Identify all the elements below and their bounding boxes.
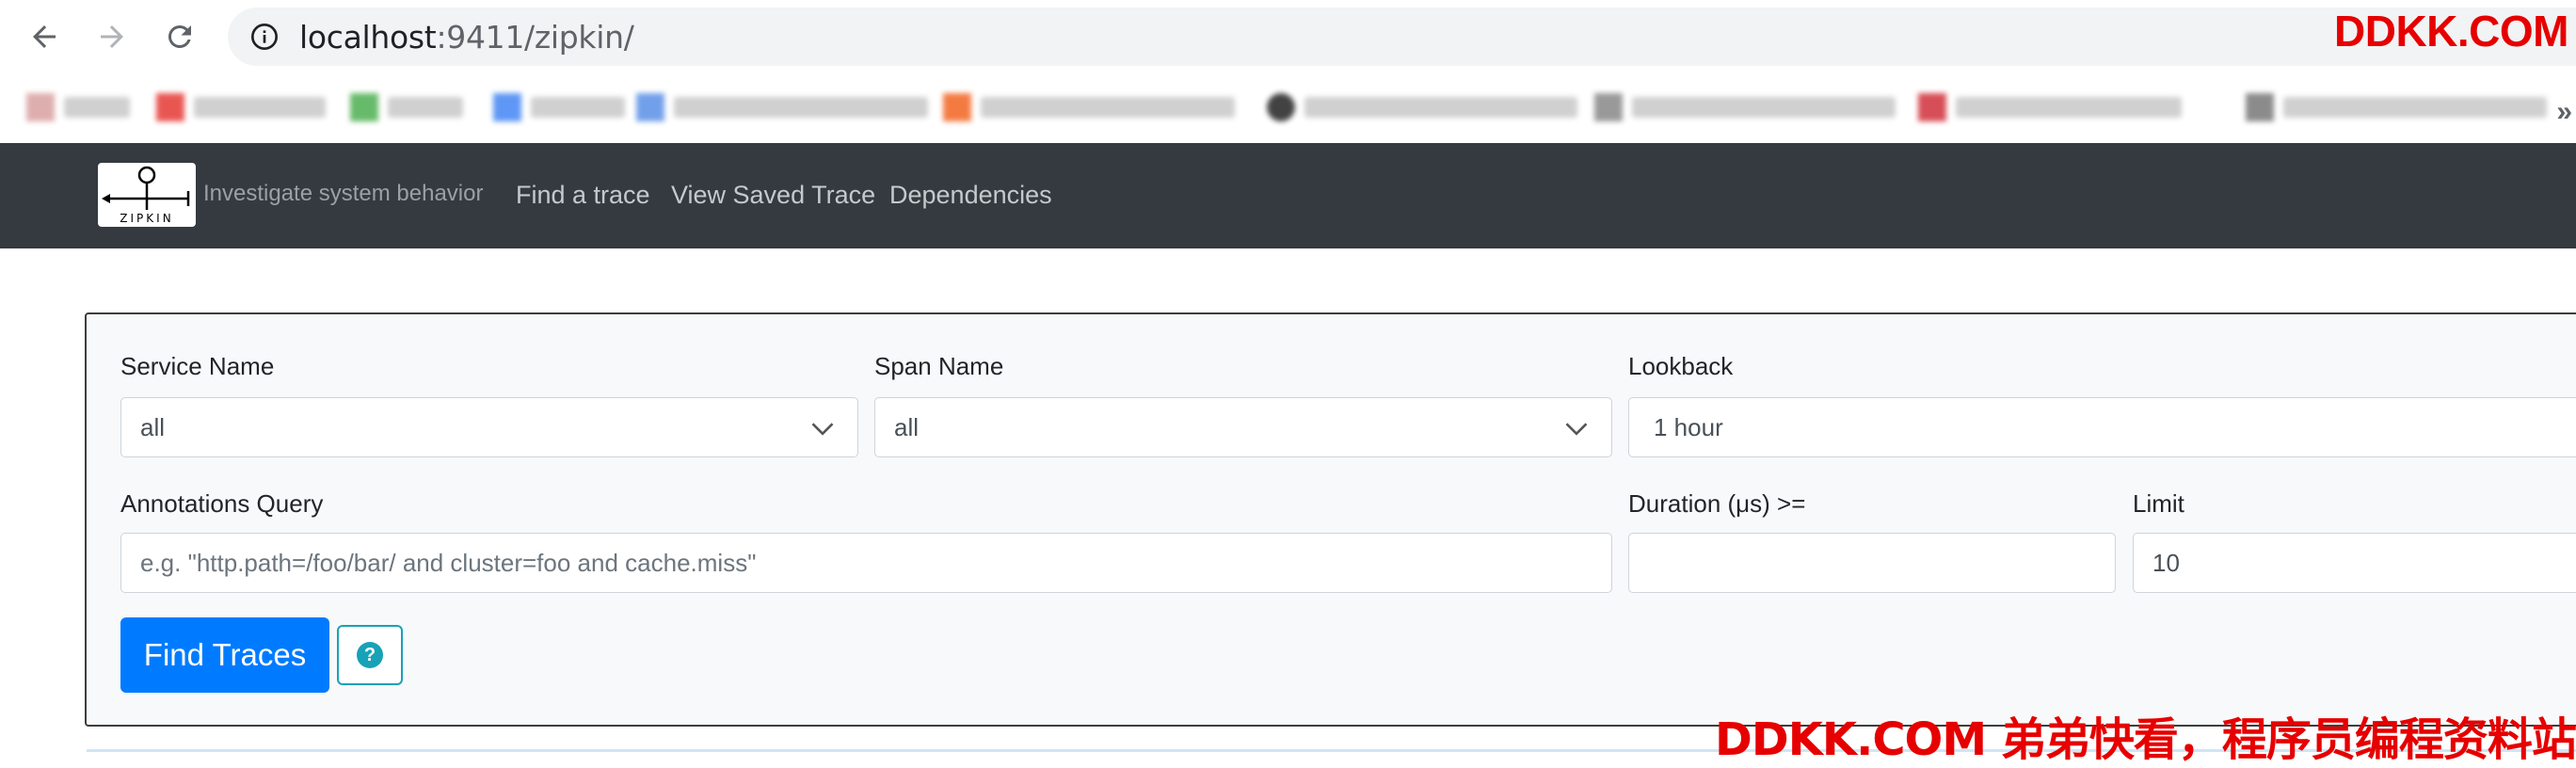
url-text: localhost:9411/zipkin/ xyxy=(299,19,634,56)
zipkin-logo[interactable]: ZIPKIN xyxy=(98,163,196,227)
limit-label: Limit xyxy=(2133,489,2184,518)
bookmarks-overflow-icon[interactable]: » xyxy=(2556,96,2572,128)
nav-link-view-saved-trace[interactable]: View Saved Trace xyxy=(671,181,875,210)
watermark-bottom: DDKK.COM 弟弟快看，程序员编程资料站 xyxy=(1715,713,2576,766)
address-bar[interactable]: localhost:9411/zipkin/ xyxy=(228,8,2576,66)
reload-icon xyxy=(168,24,191,48)
bookmark-item[interactable] xyxy=(26,90,130,124)
find-traces-button[interactable]: Find Traces xyxy=(120,617,329,693)
blurred-bookmark-icon xyxy=(350,93,378,121)
limit-value: 10 xyxy=(2152,548,2180,577)
service-name-label: Service Name xyxy=(120,352,275,380)
annotations-query-placeholder: e.g. "http.path=/foo/bar/ and cluster=fo… xyxy=(140,548,757,577)
watermark-top: DDKK.COM xyxy=(2334,7,2568,56)
span-name-label: Span Name xyxy=(874,352,1004,380)
url-path: :9411/zipkin/ xyxy=(436,18,634,56)
arrow-left-icon xyxy=(33,25,56,48)
duration-input[interactable] xyxy=(1628,533,2116,593)
blurred-bookmark-icon xyxy=(26,93,55,121)
nav-link-find-trace[interactable]: Find a trace xyxy=(516,181,650,210)
forward-button[interactable] xyxy=(87,11,137,62)
blurred-bookmark-icon xyxy=(1918,93,1946,121)
browser-chrome: localhost:9411/zipkin/ DDKK.COM » xyxy=(0,0,2576,143)
bookmark-item[interactable] xyxy=(943,90,1235,124)
annotations-query-label: Annotations Query xyxy=(120,489,324,518)
info-icon[interactable] xyxy=(247,19,282,55)
blurred-bookmark-icon xyxy=(2246,93,2274,121)
bookmark-item[interactable] xyxy=(636,90,928,124)
zipkin-logo-icon: ZIPKIN xyxy=(102,166,190,225)
bookmark-item[interactable] xyxy=(1267,90,1577,124)
bookmark-item[interactable] xyxy=(493,90,625,124)
bookmark-item[interactable] xyxy=(1594,90,1896,124)
question-circle-icon: ? xyxy=(357,642,383,668)
limit-input[interactable]: 10 xyxy=(2133,533,2576,593)
service-name-value: all xyxy=(140,412,166,441)
chevron-down-icon xyxy=(811,423,834,436)
duration-label: Duration (μs) >= xyxy=(1628,489,1806,518)
lookback-label: Lookback xyxy=(1628,352,1734,380)
bookmarks-bar: » xyxy=(0,75,2576,141)
lookback-value: 1 hour xyxy=(1654,412,1723,441)
arrow-right-icon xyxy=(101,25,123,48)
blurred-bookmark-icon xyxy=(493,93,521,121)
bookmark-item[interactable] xyxy=(1918,90,2182,124)
blurred-bookmark-icon xyxy=(636,93,664,121)
bookmark-item[interactable] xyxy=(2246,90,2547,124)
annotations-query-input[interactable]: e.g. "http.path=/foo/bar/ and cluster=fo… xyxy=(120,533,1612,593)
logo-text: ZIPKIN xyxy=(120,212,173,225)
reload-button[interactable] xyxy=(154,11,205,62)
url-host: localhost xyxy=(299,18,437,56)
tagline: Investigate system behavior xyxy=(203,181,484,206)
bookmark-item[interactable] xyxy=(350,90,463,124)
bookmark-item[interactable] xyxy=(156,90,326,124)
span-name-select[interactable]: all xyxy=(874,397,1612,457)
zipkin-navbar: ZIPKIN Investigate system behavior Find … xyxy=(0,143,2576,248)
blurred-bookmark-icon xyxy=(1267,93,1295,121)
service-name-select[interactable]: all xyxy=(120,397,858,457)
search-panel: Service Name Span Name Lookback all all … xyxy=(85,312,2576,727)
blurred-bookmark-icon xyxy=(1594,93,1623,121)
blurred-bookmark-icon xyxy=(943,93,971,121)
back-button[interactable] xyxy=(19,11,70,62)
lookback-select[interactable]: 1 hour xyxy=(1628,397,2576,457)
blurred-bookmark-icon xyxy=(156,93,184,121)
span-name-value: all xyxy=(894,412,920,441)
chevron-down-icon xyxy=(1565,423,1588,436)
help-button[interactable]: ? xyxy=(337,625,403,685)
nav-link-dependencies[interactable]: Dependencies xyxy=(889,181,1052,210)
